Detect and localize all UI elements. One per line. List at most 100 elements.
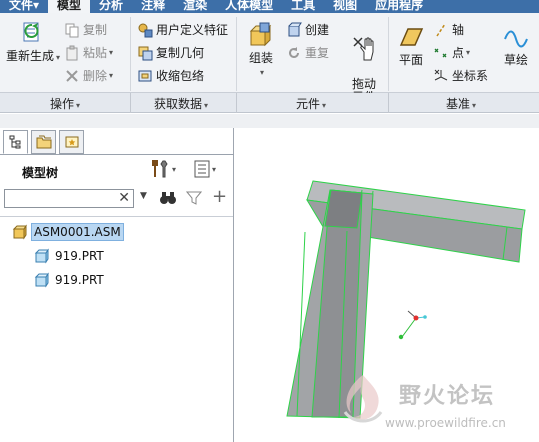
delete-label: 删除 [83,69,108,83]
tree-settings-button[interactable]: ▾ [150,159,176,179]
find-binoculars-icon[interactable] [159,190,177,206]
menu-tab[interactable]: 注释 [132,0,174,13]
datum-point-button[interactable]: 点 ▾ [433,44,470,61]
model-tree-title: 模型树 [22,166,59,180]
assemble-icon [249,22,272,47]
tree-search-input[interactable]: ✕ [4,189,134,208]
repeat-icon [289,46,299,58]
favorites-icon [65,136,78,148]
ribbon-separator [388,17,389,91]
menu-tab[interactable]: 应用程序 [366,0,432,13]
group-component-label: 元件 [296,97,321,111]
create-component-button[interactable]: 创建 [286,21,329,38]
paste-label: 粘贴 [83,46,108,60]
tree-icon [9,135,20,149]
menu-tab[interactable]: 视图 [324,0,366,13]
copy-geometry-icon [138,46,153,60]
datum-csys-button[interactable]: 坐标系 [433,67,488,84]
tab-folder-browser[interactable] [31,130,56,154]
delete-icon [66,69,78,82]
part-icon [34,272,49,288]
group-operations[interactable]: 操作 ▾ [50,95,80,112]
group-separator [130,93,131,113]
group-separator [388,93,389,113]
udf-button[interactable]: 用户定义特征 [137,21,228,38]
create-component-icon [288,22,302,36]
group-operations-label: 操作 [50,97,75,111]
copy-label: 复制 [83,23,108,37]
menu-tab[interactable]: 模型 [48,0,91,13]
sketch-button[interactable]: 草绘 [500,23,532,67]
ribbon-group-bar: 操作 ▾ 获取数据 ▾ 元件 ▾ 基准 ▾ [0,93,539,113]
watermark-logo [343,375,383,423]
shrinkwrap-icon [138,70,152,81]
regenerate-icon [23,22,39,42]
regenerate-button[interactable]: 重新生成 ▾ [6,19,60,64]
tab-divider [0,154,234,155]
group-get-data-label: 获取数据 [154,97,203,111]
folder-icon [36,135,51,149]
watermark-title: 野火论坛 [399,384,496,409]
search-dropdown-icon[interactable]: ▼ [140,191,147,201]
axis-icon [436,23,446,36]
menu-tab[interactable]: 人体模型 [216,0,282,13]
create-component-label: 创建 [305,23,330,37]
watermark-url: www.proewildfire.cn [385,416,506,430]
shrinkwrap-button[interactable]: 收缩包络 [137,67,204,84]
tree-item-label: 919.PRT [55,249,104,263]
copy-icon [65,23,79,37]
assemble-button[interactable]: 组装 ▾ [242,21,280,79]
datum-axis-label: 轴 [452,23,465,37]
ribbon-separator [130,17,131,91]
clear-search-icon[interactable]: ✕ [118,190,130,206]
drag-component-button[interactable]: 拖动 元件 [346,21,382,104]
hand-drag-icon [353,37,374,61]
plane-icon [399,28,424,46]
menu-tab[interactable]: 工具 [282,0,324,13]
tab-model-tree[interactable] [3,130,28,154]
list-icon [194,160,210,178]
sketch-icon [504,30,528,48]
toolbar-spacer [0,114,539,128]
datum-point-label: 点 [452,46,465,60]
udf-label: 用户定义特征 [156,23,229,37]
copy-geometry-button[interactable]: 复制几何 [137,44,204,61]
menu-tab[interactable]: 渲染 [174,0,216,13]
group-datum[interactable]: 基准 ▾ [446,95,476,112]
repeat-label: 重复 [305,46,330,60]
model-tree-panel: 模型树 ▾ ▾ ✕ ▼ + ASM0001.ASM 919.PRT 919.PRT [0,128,234,442]
udf-icon [138,23,153,37]
datum-plane-button[interactable]: 平面 [394,23,428,67]
regenerate-label: 重新生成 [6,49,55,63]
ribbon: 重新生成 ▾ 复制 粘贴 ▾ 删除 ▾ 用户定义特征 复制几何 收缩包络 组装 ▾ 创 [0,13,539,104]
group-component[interactable]: 元件 ▾ [296,95,326,112]
assemble-label: 组装 [248,51,273,65]
tree-item[interactable]: 919.PRT [34,246,106,266]
ribbon-separator [236,17,237,91]
tree-item-label: ASM0001.ASM [31,223,124,241]
tools-icon [152,160,168,178]
paste-button[interactable]: 粘贴 ▾ [64,44,113,61]
paste-icon [66,45,78,60]
tab-favorites[interactable] [59,130,84,154]
delete-button[interactable]: 删除 ▾ [64,67,113,84]
tree-item[interactable]: 919.PRT [34,270,106,290]
filter-icon[interactable] [186,190,202,206]
repeat-button[interactable]: 重复 [286,44,329,61]
menu-tab[interactable]: 分析 [90,0,132,13]
coordinate-system-icon [434,69,448,80]
graphics-viewport[interactable]: 野火论坛 www.proewildfire.cn [235,128,539,442]
datum-axis-button[interactable]: 轴 [433,21,464,38]
part-icon [34,248,49,264]
menu-tab[interactable]: 文件▾ [0,0,48,13]
add-column-icon[interactable]: + [212,186,227,207]
overlap-region [324,189,363,229]
sketch-label: 草绘 [503,53,528,67]
group-datum-label: 基准 [446,97,471,111]
tree-show-button[interactable]: ▾ [194,160,216,178]
group-get-data[interactable]: 获取数据 ▾ [154,95,208,112]
copy-geometry-label: 复制几何 [156,46,205,60]
tree-item[interactable]: ASM0001.ASM [12,222,124,242]
group-separator [236,93,237,113]
copy-button[interactable]: 复制 [64,21,107,38]
